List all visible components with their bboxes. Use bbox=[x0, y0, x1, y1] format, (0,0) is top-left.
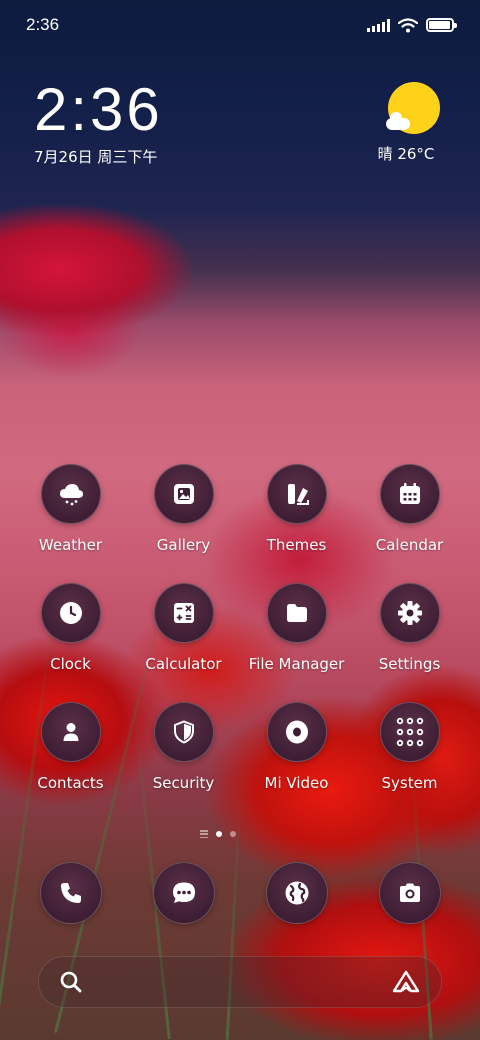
page-dot-active bbox=[216, 831, 222, 837]
status-time: 2:36 bbox=[26, 15, 60, 34]
folder-grid-icon[interactable] bbox=[379, 702, 440, 762]
app-gallery[interactable]: Gallery bbox=[127, 464, 240, 554]
camera-icon[interactable] bbox=[378, 862, 441, 924]
app-calculator[interactable]: Calculator bbox=[127, 583, 240, 673]
wifi-icon bbox=[398, 17, 418, 32]
gallery-icon[interactable] bbox=[153, 464, 214, 524]
message-icon[interactable] bbox=[152, 862, 215, 924]
app-weather[interactable]: Weather bbox=[14, 464, 127, 554]
app-label: Clock bbox=[50, 655, 91, 673]
signal-icon bbox=[367, 18, 390, 32]
search-icon[interactable] bbox=[59, 970, 83, 994]
app-label: Mi Video bbox=[264, 774, 329, 792]
app-contacts[interactable]: Contacts bbox=[14, 702, 127, 792]
shield-icon[interactable] bbox=[153, 702, 214, 762]
app-label: System bbox=[381, 774, 438, 792]
calculator-icon[interactable] bbox=[153, 583, 214, 643]
dock-messages[interactable] bbox=[127, 862, 240, 924]
app-label: Settings bbox=[378, 655, 441, 673]
page-indicator[interactable] bbox=[200, 830, 236, 838]
app-calendar[interactable]: Calendar bbox=[353, 464, 466, 554]
weather-text: 晴 26°C bbox=[377, 145, 435, 163]
app-label: Contacts bbox=[37, 774, 104, 792]
app-settings[interactable]: Settings bbox=[353, 583, 466, 673]
weather-widget[interactable]: 晴 26°C bbox=[378, 82, 444, 164]
search-bar[interactable] bbox=[38, 956, 442, 1008]
app-label: File Manager bbox=[248, 655, 345, 673]
app-label: Weather bbox=[38, 536, 103, 554]
app-label: Calculator bbox=[145, 655, 222, 673]
dock bbox=[14, 862, 466, 924]
clock-icon[interactable] bbox=[40, 583, 101, 643]
dock-phone[interactable] bbox=[14, 862, 127, 924]
dock-camera[interactable] bbox=[353, 862, 466, 924]
app-folder-system[interactable]: System bbox=[353, 702, 466, 792]
themes-icon[interactable] bbox=[266, 464, 327, 524]
app-grid: Weather Gallery Themes Calendar Clock Ca… bbox=[14, 464, 466, 792]
status-bar: 2:36 bbox=[0, 0, 480, 50]
app-mi-video[interactable]: Mi Video bbox=[240, 702, 353, 792]
weather-cloud-icon[interactable] bbox=[40, 464, 101, 524]
app-label: Themes bbox=[266, 536, 327, 554]
folder-icon[interactable] bbox=[266, 583, 327, 643]
clock-widget[interactable]: 2:36 7月26日 周三下午 bbox=[34, 80, 163, 167]
sun-cloud-icon bbox=[386, 82, 440, 134]
phone-icon[interactable] bbox=[39, 862, 102, 924]
app-file-manager[interactable]: File Manager bbox=[240, 583, 353, 673]
assistant-icon[interactable] bbox=[391, 969, 421, 995]
browser-globe-icon[interactable] bbox=[265, 862, 328, 924]
gear-icon[interactable] bbox=[379, 583, 440, 643]
clock-date: 7月26日 周三下午 bbox=[34, 148, 158, 166]
app-security[interactable]: Security bbox=[127, 702, 240, 792]
app-clock[interactable]: Clock bbox=[14, 583, 127, 673]
video-icon[interactable] bbox=[266, 702, 327, 762]
clock-time: 2:36 bbox=[34, 76, 163, 143]
page-dot bbox=[230, 831, 236, 837]
battery-fill bbox=[429, 21, 450, 29]
battery-icon bbox=[426, 18, 457, 32]
page-indicator-menu-icon bbox=[200, 830, 208, 838]
calendar-icon[interactable] bbox=[379, 464, 440, 524]
app-label: Gallery bbox=[156, 536, 211, 554]
app-label: Security bbox=[152, 774, 215, 792]
status-icons bbox=[367, 17, 457, 33]
dock-browser[interactable] bbox=[240, 862, 353, 924]
app-themes[interactable]: Themes bbox=[240, 464, 353, 554]
app-label: Calendar bbox=[375, 536, 444, 554]
person-icon[interactable] bbox=[40, 702, 101, 762]
